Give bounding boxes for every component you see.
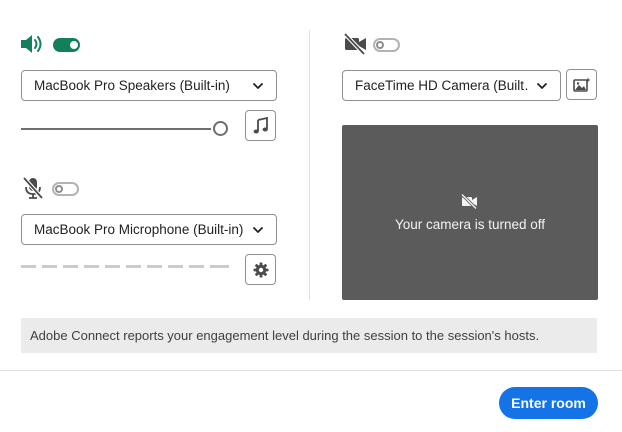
level-dash	[84, 265, 99, 268]
speaker-toggle-knob	[70, 41, 78, 49]
microphone-toggle-knob	[55, 185, 63, 193]
microphone-muted-icon[interactable]	[21, 176, 45, 200]
level-dash	[189, 265, 204, 268]
gear-icon	[253, 262, 269, 278]
speaker-toggle[interactable]	[53, 38, 80, 52]
level-dash	[21, 265, 36, 268]
speaker-volume-track[interactable]	[21, 128, 211, 130]
camera-toggle-knob	[376, 41, 384, 49]
enter-room-label: Enter room	[511, 395, 586, 411]
camera-off-message: Your camera is turned off	[394, 216, 546, 232]
level-dash	[126, 265, 141, 268]
level-dash	[147, 265, 162, 268]
camera-toggle[interactable]	[373, 38, 400, 52]
level-dash	[210, 265, 229, 268]
microphone-device-select[interactable]: MacBook Pro Microphone (Built-in)	[21, 214, 277, 245]
level-dash	[105, 265, 120, 268]
background-effects-icon	[572, 77, 591, 93]
speaker-volume-icon[interactable]	[20, 33, 46, 55]
microphone-toggle[interactable]	[52, 182, 79, 196]
microphone-settings-button[interactable]	[245, 254, 276, 285]
chevron-down-icon	[536, 80, 548, 92]
test-sound-button[interactable]	[245, 110, 276, 141]
enter-room-button[interactable]: Enter room	[499, 387, 598, 419]
level-dash	[42, 265, 57, 268]
column-divider	[309, 30, 310, 300]
camera-off-icon[interactable]	[343, 33, 368, 55]
camera-off-icon	[461, 193, 479, 209]
background-effects-button[interactable]	[566, 69, 597, 100]
camera-device-label: FaceTime HD Camera (Built…	[355, 78, 528, 93]
chevron-down-icon	[252, 224, 264, 236]
engagement-notice: Adobe Connect reports your engagement le…	[21, 318, 597, 353]
speaker-volume-thumb[interactable]	[213, 121, 228, 136]
chevron-down-icon	[252, 80, 264, 92]
microphone-device-label: MacBook Pro Microphone (Built-in)	[34, 222, 244, 237]
speaker-device-label: MacBook Pro Speakers (Built-in)	[34, 78, 230, 93]
camera-preview: Your camera is turned off	[342, 125, 598, 300]
footer-divider	[0, 370, 622, 371]
speaker-device-select[interactable]: MacBook Pro Speakers (Built-in)	[21, 70, 277, 101]
level-dash	[63, 265, 78, 268]
music-note-icon	[253, 116, 269, 135]
camera-device-select[interactable]: FaceTime HD Camera (Built…	[342, 70, 561, 101]
level-dash	[168, 265, 183, 268]
engagement-notice-text: Adobe Connect reports your engagement le…	[30, 328, 540, 343]
